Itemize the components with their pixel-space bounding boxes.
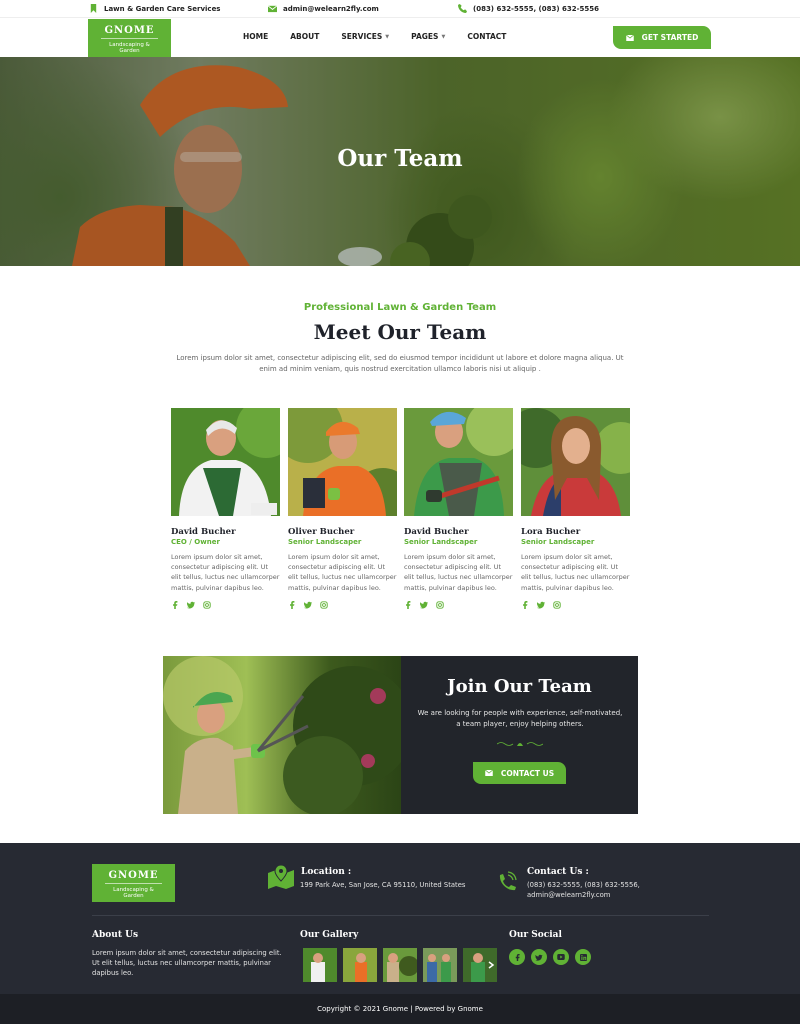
envelope-icon <box>484 770 493 776</box>
instagram-icon[interactable] <box>553 601 561 609</box>
section-title: Meet Our Team <box>313 320 487 344</box>
team-bio: Lorem ipsum dolor sit amet, consectetur … <box>404 553 513 592</box>
team-card: David Bucher Senior Landscaper Lorem ips… <box>404 408 513 609</box>
contact-email[interactable]: admin@welearn2fly.com <box>527 890 610 900</box>
instagram-icon[interactable] <box>203 601 211 609</box>
join-image <box>163 656 401 814</box>
facebook-icon[interactable] <box>521 600 529 609</box>
facebook-icon[interactable] <box>404 600 412 609</box>
nav-home[interactable]: HOME <box>243 32 268 41</box>
gallery-thumb[interactable] <box>383 948 417 982</box>
gallery-thumb[interactable] <box>303 948 337 982</box>
topbar-phone[interactable]: (083) 632-5555, (083) 632-5556 <box>458 4 599 13</box>
gallery-title: Our Gallery <box>300 930 359 940</box>
team-social <box>521 600 630 609</box>
join-title: Join Our Team <box>447 676 592 697</box>
team-card: Oliver Bucher Senior Landscaper Lorem ip… <box>288 408 397 609</box>
contact-title: Contact Us : <box>527 867 589 877</box>
team-bio: Lorem ipsum dolor sit amet, consectetur … <box>521 553 630 592</box>
caret-down-icon: ▼ <box>385 33 390 40</box>
twitter-icon[interactable] <box>531 949 547 965</box>
hero-banner: Our Team <box>0 57 800 266</box>
footer-logo[interactable]: GNOME Landscaping & Garden <box>92 864 175 902</box>
copyright-text: Copyright © 2021 Gnome | Powered by Gnom… <box>317 1005 483 1013</box>
team-role: CEO / Owner <box>171 538 220 546</box>
team-name: Lora Bucher <box>521 527 581 537</box>
gallery-thumb[interactable] <box>343 948 377 982</box>
team-social <box>404 600 513 609</box>
header: GNOME Landscaping & Garden HOME ABOUT SE… <box>0 18 800 58</box>
team-bio: Lorem ipsum dolor sit amet, consectetur … <box>171 553 280 592</box>
section-description: Lorem ipsum dolor sit amet, consectetur … <box>176 354 624 373</box>
envelope-icon <box>268 5 277 13</box>
team-card: Lora Bucher Senior Landscaper Lorem ipsu… <box>521 408 630 609</box>
instagram-icon[interactable] <box>436 601 444 609</box>
team-card: David Bucher CEO / Owner Lorem ipsum dol… <box>171 408 280 609</box>
join-panel: Join Our Team We are looking for people … <box>401 656 638 814</box>
team-name: David Bucher <box>404 527 469 537</box>
copyright-bar: Copyright © 2021 Gnome | Powered by Gnom… <box>0 994 800 1024</box>
team-role: Senior Landscaper <box>288 538 362 546</box>
nav-contact[interactable]: CONTACT <box>467 32 506 41</box>
bookmark-icon <box>90 4 97 13</box>
section-subtitle: Professional Lawn & Garden Team <box>303 302 497 313</box>
caret-down-icon: ▼ <box>441 33 446 40</box>
twitter-icon[interactable] <box>420 601 428 609</box>
twitter-icon[interactable] <box>537 601 545 609</box>
about-text: Lorem ipsum dolor sit amet, consectetur … <box>92 949 282 977</box>
team-bio: Lorem ipsum dolor sit amet, consectetur … <box>288 553 397 592</box>
team-photo <box>288 408 397 516</box>
nav-services[interactable]: SERVICES ▼ <box>341 32 389 41</box>
team-role: Senior Landscaper <box>404 538 478 546</box>
top-bar: Lawn & Garden Care Services admin@welear… <box>0 0 800 18</box>
team-name: Oliver Bucher <box>288 527 355 537</box>
twitter-icon[interactable] <box>304 601 312 609</box>
footer: GNOME Landscaping & Garden Location : 19… <box>0 843 800 994</box>
contact-us-button[interactable]: CONTACT US <box>473 762 566 784</box>
map-marker-icon <box>268 865 294 889</box>
social-title: Our Social <box>509 930 562 940</box>
topbar-email[interactable]: admin@welearn2fly.com <box>268 4 379 13</box>
main-nav: HOME ABOUT SERVICES ▼ PAGES ▼ CONTACT <box>243 32 528 41</box>
contact-phone: (083) 632-5555, (083) 632-5556, <box>527 881 640 889</box>
team-social <box>288 600 397 609</box>
join-description: We are looking for people with experienc… <box>417 709 623 728</box>
page-title: Our Team <box>337 145 463 172</box>
facebook-icon[interactable] <box>171 600 179 609</box>
team-photo <box>404 408 513 516</box>
nav-pages[interactable]: PAGES ▼ <box>411 32 445 41</box>
team-photo <box>171 408 280 516</box>
team-name: David Bucher <box>171 527 236 537</box>
team-social <box>171 600 280 609</box>
facebook-icon[interactable] <box>509 949 525 965</box>
twitter-icon[interactable] <box>187 601 195 609</box>
gallery-thumb[interactable] <box>463 948 497 982</box>
instagram-icon[interactable] <box>320 601 328 609</box>
linkedin-icon[interactable] <box>575 949 591 965</box>
phone-ring-icon <box>499 871 517 891</box>
leaf-divider-icon <box>497 742 543 746</box>
facebook-icon[interactable] <box>288 600 296 609</box>
location-title: Location : <box>301 867 352 877</box>
envelope-icon <box>625 34 634 41</box>
nav-about[interactable]: ABOUT <box>290 32 319 41</box>
location-text: 199 Park Ave, San Jose, CA 95110, United… <box>300 881 466 889</box>
team-role: Senior Landscaper <box>521 538 595 546</box>
team-photo <box>521 408 630 516</box>
about-title: About Us <box>92 930 139 940</box>
logo[interactable]: GNOME Landscaping & Garden <box>88 19 171 57</box>
get-started-button[interactable]: GET STARTED <box>613 26 711 49</box>
gallery-thumb[interactable] <box>423 948 457 982</box>
phone-icon <box>458 4 467 13</box>
tagline: Lawn & Garden Care Services <box>89 4 220 13</box>
youtube-icon[interactable] <box>553 949 569 965</box>
